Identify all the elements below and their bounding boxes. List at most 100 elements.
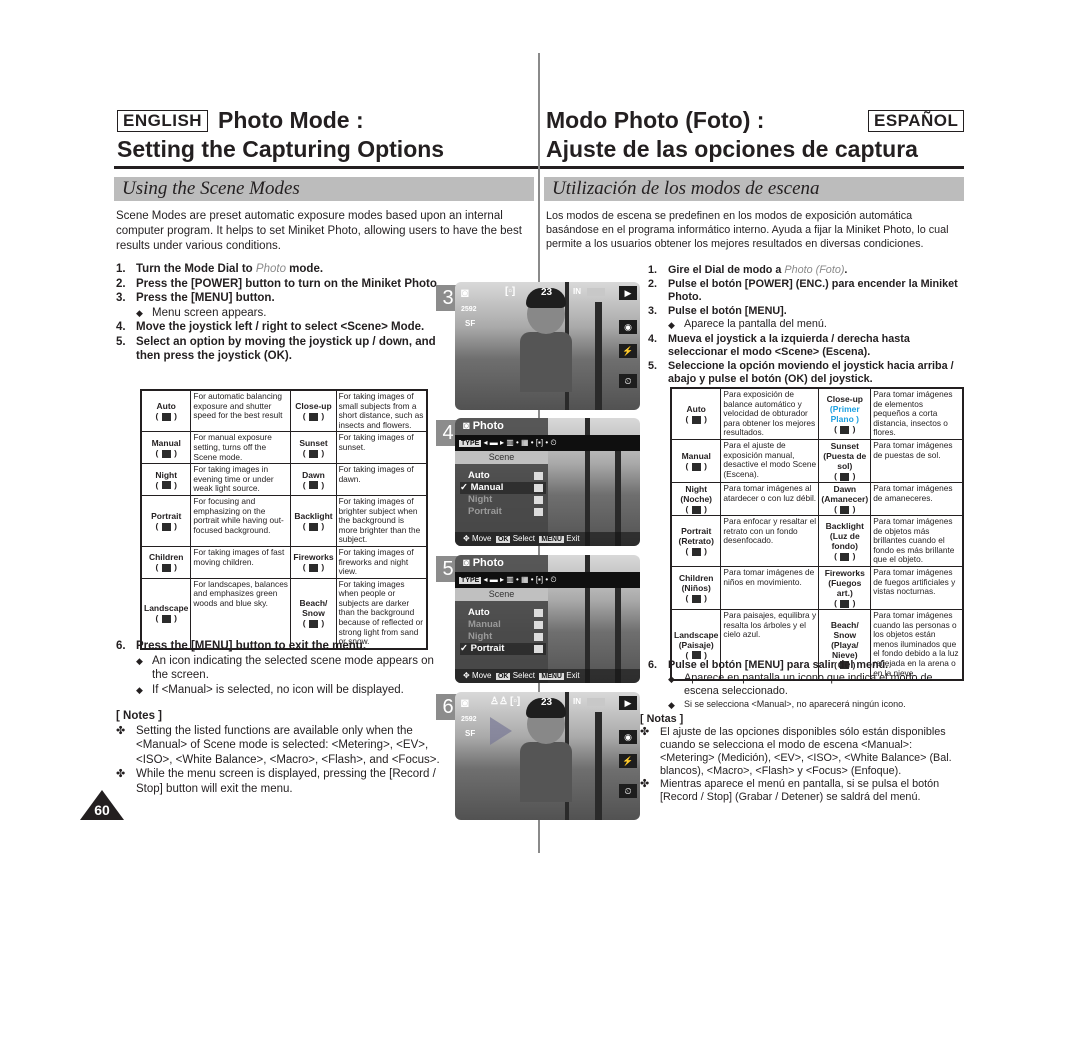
scene-mode-name: Dawn: [833, 483, 857, 494]
scene-mode-icon: [161, 615, 171, 624]
bullet-diamond-icon: ◆: [668, 320, 675, 330]
scene-table-row: Auto( ) Para exposición de balance automá…: [670, 387, 964, 440]
scene-mode-name: Sunset: [830, 440, 859, 451]
espanol-step-3-bullet: ◆ Aparece la pantalla del menú.: [648, 318, 966, 333]
english-step-3: 3. Press the [MENU] button.: [116, 292, 275, 304]
bullet-diamond-icon: ◆: [136, 307, 143, 318]
menu-item-auto[interactable]: Auto: [460, 470, 546, 482]
espanol-scene-table: Auto( ) Para exposición de balance automá…: [670, 387, 964, 682]
scene-mode-description: For focusing and emphasizing on the port…: [193, 495, 284, 535]
scene-mode-name: Sunset: [299, 437, 328, 448]
quality-indicator: SF: [465, 729, 476, 738]
shots-remaining: 23: [541, 697, 553, 708]
scene-mode-icon: [691, 415, 701, 424]
english-step-6-bullet: ◆ If <Manual> is selected, no icon will …: [136, 683, 404, 696]
scene-mode-icon: [161, 481, 171, 490]
scene-mode-translation: (Amanecer): [821, 493, 869, 504]
play-arrow-icon: [490, 717, 512, 745]
scene-mode-description: For taking images in evening time or und…: [193, 464, 274, 494]
scene-mode-description: For automatic balancing exposure and shu…: [193, 391, 283, 421]
scene-mode-name: Children: [148, 552, 184, 563]
scene-mode-name: Fireworks: [824, 567, 865, 578]
english-step-4: 4. Move the joystick left / right to sel…: [116, 321, 425, 333]
auto-scene-icon: [534, 609, 543, 617]
scene-mode-name: Beach/ Snow: [830, 619, 859, 640]
english-scene-table: Auto( ) For automatic balancing exposure …: [140, 389, 428, 650]
scene-mode-description: Para tomar imágenes de elementos pequeño…: [873, 389, 953, 438]
espanol-notes-title: [ Notas ]: [640, 712, 684, 725]
scene-mode-description: For taking images of dawn.: [338, 464, 414, 484]
menu-item-portrait[interactable]: ✓ Portrait: [460, 643, 546, 655]
scene-mode-description: Para tomar imágenes de puestas de sol.: [873, 439, 953, 460]
scene-mode-icon: [308, 481, 318, 490]
portrait-scene-icon: [534, 508, 543, 516]
bullet-diamond-icon: ◆: [136, 684, 143, 695]
english-step-5: 5. Select an option by moving the joysti…: [116, 335, 436, 363]
scene-mode-name: Night (Noche): [680, 483, 713, 504]
scene-mode-name: Manual: [681, 450, 711, 461]
menu-item-auto[interactable]: Auto: [460, 607, 546, 619]
scene-mode-description: Para enfocar y resaltar el retrato con u…: [723, 515, 817, 546]
scene-table-row: Night( ) For taking images in evening tim…: [140, 463, 428, 496]
note-clover-icon: ✤: [116, 724, 126, 737]
scene-mode-translation: (Playa/ Nieve): [831, 639, 859, 660]
scene-mode-icon: [691, 547, 701, 556]
scene-mode-icon: [161, 412, 171, 421]
espanol-note: ✤ Mientras aparece el menú en pantalla, …: [640, 777, 940, 803]
english-language-label: ENGLISH: [117, 110, 209, 132]
self-timer-icon: ⏲: [619, 374, 637, 388]
scene-mode-name: Auto: [686, 403, 706, 414]
scene-mode-description: For taking images of brighter subject wh…: [338, 495, 421, 545]
scene-mode-translation: (Fuegos art.): [828, 577, 862, 598]
scene-mode-icon: [840, 425, 850, 434]
scene-mode-icon: [308, 412, 318, 421]
english-step-6-bullet: ◆ An icon indicating the selected scene …: [136, 654, 434, 682]
menu-item-manual[interactable]: Manual: [460, 619, 546, 631]
playback-icon: ▶: [619, 696, 637, 710]
scene-mode-description: Para el ajuste de exposición manual, des…: [723, 439, 817, 479]
bullet-diamond-icon: ◆: [668, 674, 675, 684]
scene-mode-description: For taking images of fireworks and night…: [338, 546, 414, 577]
menu-item-portrait[interactable]: Portrait: [460, 506, 546, 518]
english-step-2: 2. Press the [POWER] button to turn on t…: [116, 277, 441, 290]
menu-tab-scene[interactable]: Scene: [455, 451, 548, 464]
espanol-header-rule: [540, 166, 964, 169]
scene-mode-name: Manual: [151, 437, 181, 448]
battery-bar: [587, 288, 605, 296]
english-step-6: 6. Press the [MENU] button to exit the m…: [116, 640, 367, 652]
check-icon: ✓: [460, 482, 468, 493]
scene-mode-icon: [840, 599, 850, 608]
portrait-scene-icon: [534, 645, 543, 653]
focus-frame-icon: [▫]: [505, 286, 516, 297]
scene-mode-name: Portrait: [151, 510, 182, 521]
scene-mode-icon: [691, 505, 701, 514]
menu-footer: ✥ Move OK Select MENU Exit: [455, 669, 640, 683]
english-notes-title: [ Notes ]: [116, 710, 162, 722]
scene-mode-name: Fireworks: [293, 552, 334, 563]
scene-mode-name: Dawn: [302, 469, 325, 480]
menu-tab-strip: TYPE ◂ ▬ ▸ ▥ • ▦ • [▪] • ⏲: [455, 572, 640, 588]
menu-tab-scene[interactable]: Scene: [455, 588, 548, 601]
english-step-6-block: 6. Press the [MENU] button to exit the m…: [116, 639, 451, 796]
english-note: ✤ Setting the listed functions are avail…: [116, 724, 440, 766]
camera-icon: ◙: [463, 557, 470, 569]
scene-mode-icon: [161, 564, 171, 573]
menu-item-night[interactable]: Night: [460, 494, 546, 506]
scene-mode-description: Para tomar imágenes de fuegos artificial…: [873, 566, 956, 597]
night-scene-icon: [534, 496, 543, 504]
scene-mode-description: Para exposición de balance automático y …: [723, 389, 816, 438]
english-step-1: 1. Turn the Mode Dial to Photo mode.: [116, 263, 324, 275]
scene-mode-description: Para paisajes, equilibra y resalta los á…: [723, 609, 817, 640]
scene-mode-description: For taking images of sunset.: [338, 432, 414, 452]
menu-footer: ✥ Move OK Select MENU Exit: [455, 532, 640, 546]
scene-mode-name: Backlight: [294, 510, 333, 521]
menu-tab-strip: TYPE ◂ ▬ ▸ ▥ • ▦ • [▪] • ⏲: [455, 435, 640, 451]
menu-item-night[interactable]: Night: [460, 631, 546, 643]
note-clover-icon: ✤: [640, 777, 650, 790]
menu-item-manual[interactable]: ✓ Manual: [460, 482, 546, 494]
scene-mode-icon: [691, 462, 701, 471]
scene-mode-translation: (Puesta de sol): [823, 450, 867, 471]
scene-mode-description: For taking images when people or subject…: [338, 578, 423, 647]
joystick-icon: ✥: [463, 671, 470, 680]
scene-mode-name: Night: [155, 469, 178, 480]
